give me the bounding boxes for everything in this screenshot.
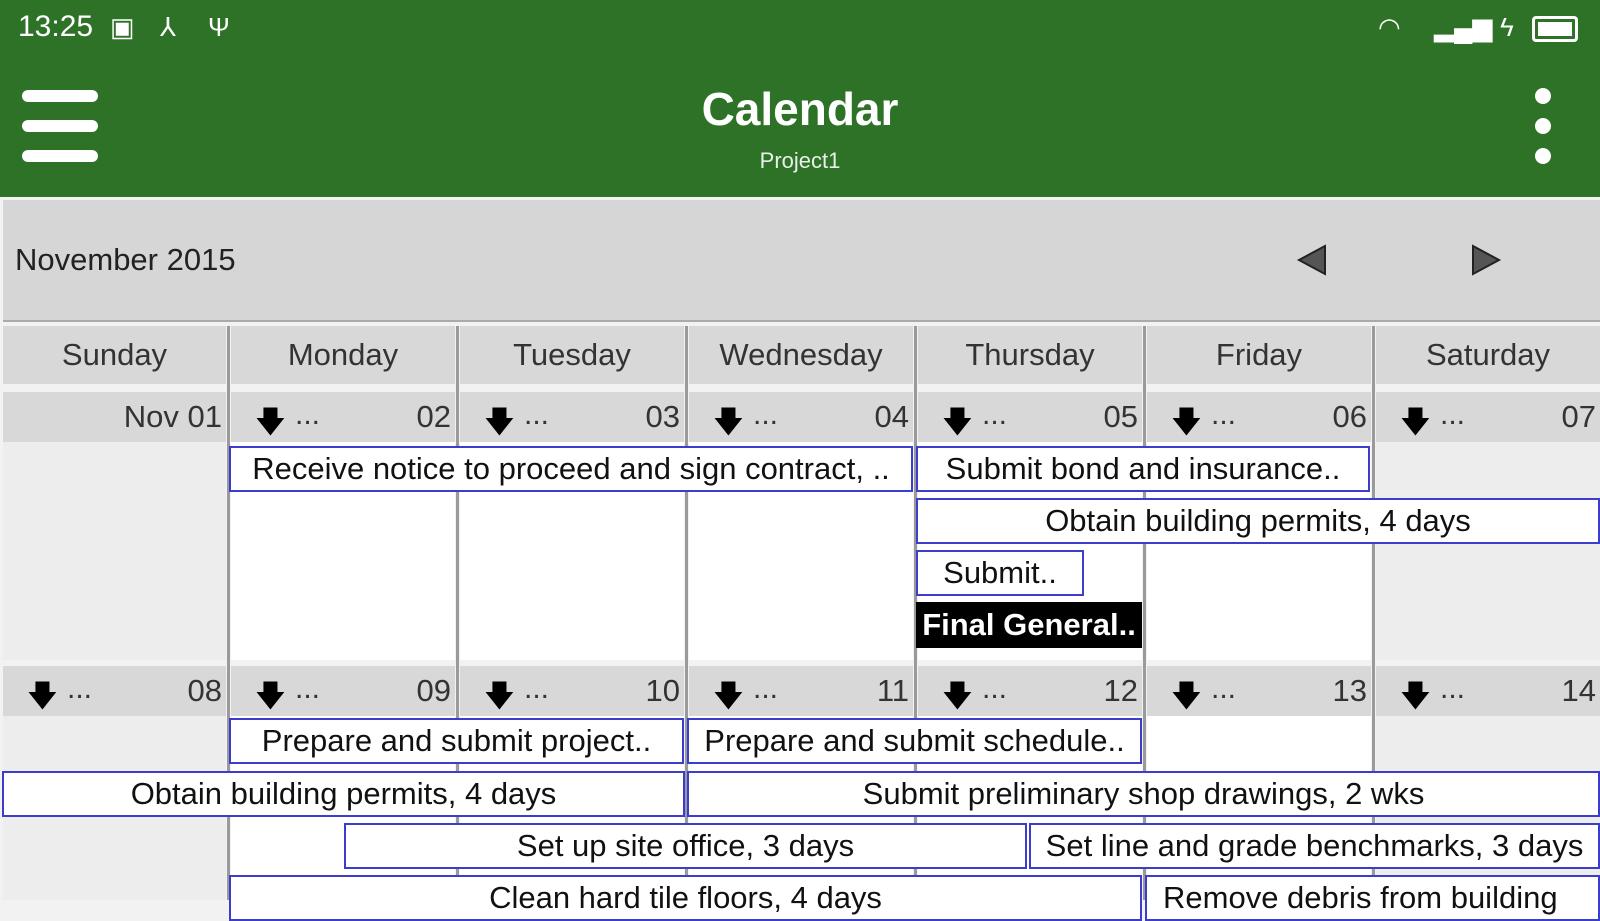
signal-icon: ▂▄▆ bbox=[1434, 12, 1493, 42]
status-bar: 13:25 ▣ ⅄ Ψ ◠ ▂▄▆ ϟ bbox=[0, 0, 1600, 60]
date-header-11[interactable]: 🡇 ... 11 bbox=[689, 666, 913, 716]
month-bar: November 2015 bbox=[3, 200, 1600, 322]
more-indicator: ... bbox=[982, 672, 1008, 705]
down-arrow-icon[interactable]: 🡇 bbox=[484, 400, 515, 451]
date-header-08[interactable]: 🡇 ... 08 bbox=[3, 666, 226, 716]
more-indicator: ... bbox=[1211, 672, 1237, 705]
more-indicator: ... bbox=[1440, 398, 1466, 431]
day-cell-background bbox=[1376, 442, 1600, 660]
date-header-14[interactable]: 🡇 ... 14 bbox=[1376, 666, 1600, 716]
weekday-header-saturday: Saturday bbox=[1376, 326, 1600, 384]
day-cell-background bbox=[3, 442, 226, 660]
date-number: 03 bbox=[645, 399, 680, 434]
date-header-04[interactable]: 🡇 ... 04 bbox=[689, 392, 913, 442]
charging-icon: ϟ bbox=[1500, 12, 1514, 42]
date-header-02[interactable]: 🡇 ... 02 bbox=[231, 392, 455, 442]
event-prepare-schedule[interactable]: Prepare and submit schedule.. bbox=[687, 718, 1142, 764]
date-number: 09 bbox=[416, 673, 451, 708]
date-header-12[interactable]: 🡇 ... 12 bbox=[918, 666, 1142, 716]
event-prepare-project[interactable]: Prepare and submit project.. bbox=[229, 718, 684, 764]
event-site-office[interactable]: Set up site office, 3 days bbox=[344, 823, 1027, 869]
down-arrow-icon[interactable]: 🡇 bbox=[255, 400, 286, 451]
date-header-nov01[interactable]: Nov 01 bbox=[3, 392, 226, 442]
more-indicator: ... bbox=[524, 398, 550, 431]
overflow-menu-icon[interactable] bbox=[1522, 88, 1562, 164]
event-final-general[interactable]: Final General.. bbox=[916, 602, 1142, 648]
down-arrow-icon[interactable]: 🡇 bbox=[713, 400, 744, 451]
more-indicator: ... bbox=[295, 398, 321, 431]
date-number: 10 bbox=[645, 673, 680, 708]
more-indicator: ... bbox=[753, 672, 779, 705]
event-remove-debris[interactable]: Remove debris from building bbox=[1145, 875, 1600, 921]
project-subtitle: Project1 bbox=[759, 148, 841, 173]
date-number: 04 bbox=[874, 399, 909, 434]
event-receive-notice[interactable]: Receive notice to proceed and sign contr… bbox=[229, 446, 913, 492]
gallery-notification-icon: ▣ bbox=[110, 12, 135, 42]
event-submit-bond[interactable]: Submit bond and insurance.. bbox=[916, 446, 1370, 492]
down-arrow-icon[interactable]: 🡇 bbox=[1171, 674, 1202, 725]
weekday-header-tuesday: Tuesday bbox=[460, 326, 684, 384]
weekday-header-thursday: Thursday bbox=[918, 326, 1142, 384]
more-indicator: ... bbox=[524, 672, 550, 705]
more-indicator: ... bbox=[1440, 672, 1466, 705]
event-obtain-permits[interactable]: Obtain building permits, 4 days bbox=[2, 771, 685, 817]
more-indicator: ... bbox=[67, 672, 93, 705]
wifi-icon: ◠ bbox=[1378, 12, 1401, 42]
event-clean-floors[interactable]: Clean hard tile floors, 4 days bbox=[229, 875, 1142, 921]
more-indicator: ... bbox=[295, 672, 321, 705]
event-benchmarks[interactable]: Set line and grade benchmarks, 3 days bbox=[1029, 823, 1600, 869]
usb-icon: Ψ bbox=[208, 12, 230, 42]
battery-icon bbox=[1532, 16, 1578, 42]
date-header-06[interactable]: 🡇 ... 06 bbox=[1147, 392, 1371, 442]
date-number: 06 bbox=[1332, 399, 1367, 434]
date-number: 13 bbox=[1332, 673, 1367, 708]
weekday-header-sunday: Sunday bbox=[3, 326, 226, 384]
date-number: 08 bbox=[187, 673, 222, 708]
share-notification-icon: ⅄ bbox=[160, 12, 176, 42]
page-title: Calendar bbox=[701, 83, 899, 135]
date-header-07[interactable]: 🡇 ... 07 bbox=[1376, 392, 1600, 442]
event-shop-drawings[interactable]: Submit preliminary shop drawings, 2 wks bbox=[687, 771, 1600, 817]
date-number: 11 bbox=[876, 673, 909, 708]
next-month-icon[interactable] bbox=[1465, 240, 1505, 280]
date-number: 14 bbox=[1561, 673, 1596, 708]
down-arrow-icon[interactable]: 🡇 bbox=[27, 674, 58, 725]
app-bar: Calendar Project1 bbox=[0, 60, 1600, 197]
date-number: 02 bbox=[416, 399, 451, 434]
month-label: November 2015 bbox=[15, 242, 236, 277]
more-indicator: ... bbox=[753, 398, 779, 431]
date-header-05[interactable]: 🡇 ... 05 bbox=[918, 392, 1142, 442]
date-number: 05 bbox=[1103, 399, 1138, 434]
previous-month-icon[interactable] bbox=[1293, 240, 1333, 280]
event-obtain-permits[interactable]: Obtain building permits, 4 days bbox=[916, 498, 1600, 544]
weekday-header-wednesday: Wednesday bbox=[689, 326, 913, 384]
more-indicator: ... bbox=[1211, 398, 1237, 431]
date-header-03[interactable]: 🡇 ... 03 bbox=[460, 392, 684, 442]
event-submit[interactable]: Submit.. bbox=[916, 550, 1084, 596]
weekday-header-monday: Monday bbox=[231, 326, 455, 384]
date-header-13[interactable]: 🡇 ... 13 bbox=[1147, 666, 1371, 716]
date-number: Nov 01 bbox=[123, 399, 222, 434]
date-header-09[interactable]: 🡇 ... 09 bbox=[231, 666, 455, 716]
date-number: 12 bbox=[1103, 673, 1138, 708]
down-arrow-icon[interactable]: 🡇 bbox=[1171, 400, 1202, 451]
down-arrow-icon[interactable]: 🡇 bbox=[1400, 400, 1431, 451]
weekday-header-friday: Friday bbox=[1147, 326, 1371, 384]
date-header-10[interactable]: 🡇 ... 10 bbox=[460, 666, 684, 716]
down-arrow-icon[interactable]: 🡇 bbox=[1400, 674, 1431, 725]
status-time: 13:25 bbox=[18, 10, 94, 43]
date-number: 07 bbox=[1561, 399, 1596, 434]
more-indicator: ... bbox=[982, 398, 1008, 431]
down-arrow-icon[interactable]: 🡇 bbox=[942, 400, 973, 451]
